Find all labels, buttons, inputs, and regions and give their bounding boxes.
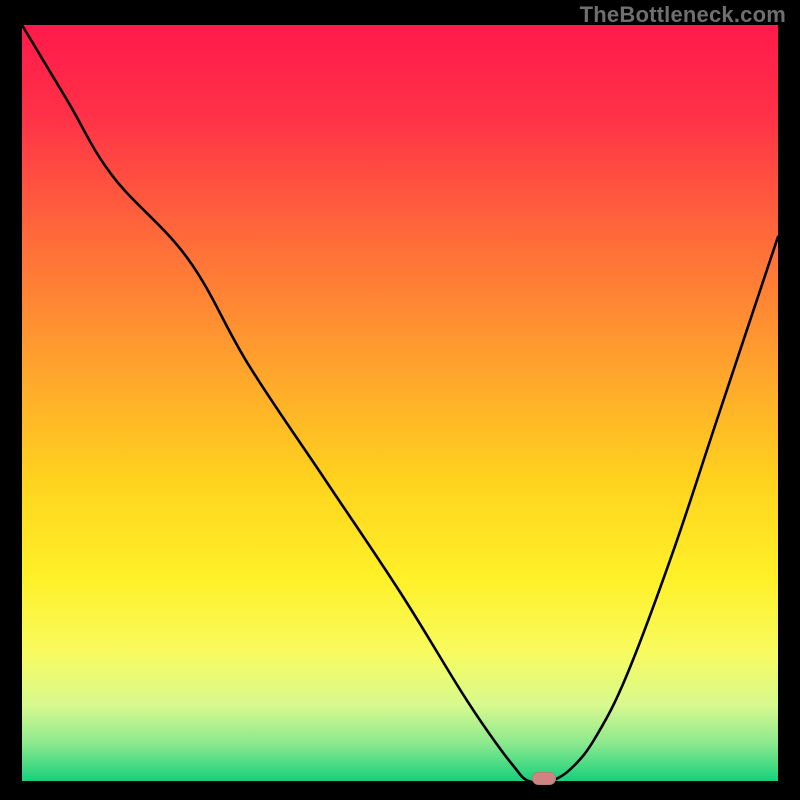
bottleneck-chart-svg: [22, 25, 778, 781]
plot-area: [22, 25, 778, 781]
chart-frame: TheBottleneck.com: [0, 0, 800, 800]
watermark-text: TheBottleneck.com: [580, 2, 786, 28]
optimum-marker-pill: [532, 772, 556, 785]
gradient-background: [22, 25, 778, 781]
